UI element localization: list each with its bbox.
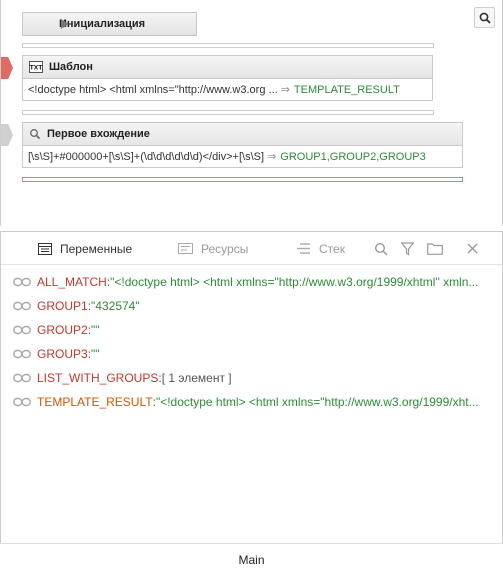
- template-block[interactable]: TXT Шаблон <!doctype html> <html xmlns="…: [22, 55, 433, 101]
- tab-resources-label: Ресурсы: [201, 241, 249, 256]
- search-icon: [30, 129, 41, 140]
- error-marker: [1, 57, 13, 79]
- template-block-title: Шаблон: [49, 61, 93, 73]
- search-button[interactable]: [474, 7, 495, 28]
- text-icon: TXT: [29, 61, 43, 73]
- variable-name: LIST_WITH_GROUPS: [37, 371, 159, 385]
- variables-icon: [38, 242, 52, 255]
- variable-row[interactable]: GROUP1: "432574": [1, 294, 502, 318]
- variables-list: ALL_MATCH: "<!doctype html> <html xmlns=…: [1, 270, 502, 414]
- variable-name: ALL_MATCH: [37, 275, 107, 289]
- variable-row[interactable]: ALL_MATCH: "<!doctype html> <html xmlns=…: [1, 270, 502, 294]
- thread-name: Main: [238, 553, 265, 567]
- block-marker: [1, 124, 13, 146]
- variable-value: "432574": [91, 299, 140, 313]
- thread-footer[interactable]: Main: [0, 543, 503, 576]
- variable-value: [ 1 элемент ]: [161, 371, 232, 385]
- init-block[interactable]: Инициализация: [22, 12, 197, 36]
- link-icon: [13, 373, 31, 383]
- tab-resources[interactable]: Ресурсы: [178, 232, 248, 265]
- folder-icon[interactable]: [427, 242, 443, 255]
- first-match-block[interactable]: Первое вхождение [\s\S]+#000000+[\s\S]+(…: [22, 122, 463, 168]
- play-icon: [61, 19, 69, 29]
- variable-row[interactable]: GROUP2: "": [1, 318, 502, 342]
- filter-icon[interactable]: [401, 242, 414, 256]
- tab-variables[interactable]: Переменные: [38, 232, 132, 265]
- first-match-block-body: [\s\S]+#000000+[\s\S]+(\d\d\d\d\d\d)</di…: [22, 146, 463, 168]
- variable-value: "": [91, 323, 100, 337]
- variable-row[interactable]: TEMPLATE_RESULT: "<!doctype html> <html …: [1, 390, 502, 414]
- template-result-var: TEMPLATE_RESULT: [293, 83, 400, 96]
- regex-value: [\s\S]+#000000+[\s\S]+(\d\d\d\d\d\d)</di…: [28, 150, 265, 163]
- stack-icon: [297, 243, 310, 254]
- debug-tabs: Переменные Ресурсы Стек: [1, 232, 502, 265]
- variable-value: "<!doctype html> <html xmlns="http://www…: [110, 275, 479, 289]
- variable-value: "": [91, 347, 100, 361]
- variable-name: GROUP1: [37, 299, 88, 313]
- block-connector: [22, 43, 434, 48]
- block-connector: [22, 110, 434, 115]
- tab-stack-label: Стек: [319, 241, 345, 256]
- tab-stack[interactable]: Стек: [297, 232, 345, 265]
- link-icon: [13, 325, 31, 335]
- variable-name: TEMPLATE_RESULT: [37, 395, 153, 409]
- script-editor-pane: Инициализация TXT Шаблон <!doctype html>…: [0, 0, 503, 226]
- link-icon: [13, 397, 31, 407]
- variable-value: "<!doctype html> <html xmlns="http://www…: [155, 395, 479, 409]
- variable-row[interactable]: GROUP3: "": [1, 342, 502, 366]
- link-icon: [13, 301, 31, 311]
- init-block-label: Инициализация: [59, 18, 146, 30]
- variable-row[interactable]: LIST_WITH_GROUPS: [ 1 элемент ]: [1, 366, 502, 390]
- assign-arrow-icon: ⇒: [267, 151, 277, 163]
- search-icon: [479, 12, 491, 24]
- close-icon[interactable]: [467, 243, 478, 254]
- search-icon[interactable]: [374, 242, 388, 256]
- link-icon: [13, 277, 31, 287]
- match-result-vars: GROUP1,GROUP2,GROUP3: [280, 150, 426, 163]
- variable-name: GROUP3: [37, 347, 88, 361]
- debug-pane: Переменные Ресурсы Стек ALL_MATCH: "<!d…: [0, 231, 503, 576]
- link-icon: [13, 349, 31, 359]
- resources-icon: [178, 243, 193, 254]
- assign-arrow-icon: ⇒: [280, 84, 290, 96]
- block-connector-selected: [22, 177, 463, 182]
- template-block-header: TXT Шаблон: [22, 55, 433, 79]
- template-block-body: <!doctype html> <html xmlns="http://www.…: [22, 79, 433, 101]
- variable-name: GROUP2: [37, 323, 88, 337]
- first-match-block-header: Первое вхождение: [22, 122, 463, 146]
- template-value: <!doctype html> <html xmlns="http://www.…: [28, 83, 278, 96]
- svg-text:TXT: TXT: [30, 65, 43, 72]
- tab-variables-label: Переменные: [60, 241, 133, 256]
- first-match-block-title: Первое вхождение: [47, 128, 150, 140]
